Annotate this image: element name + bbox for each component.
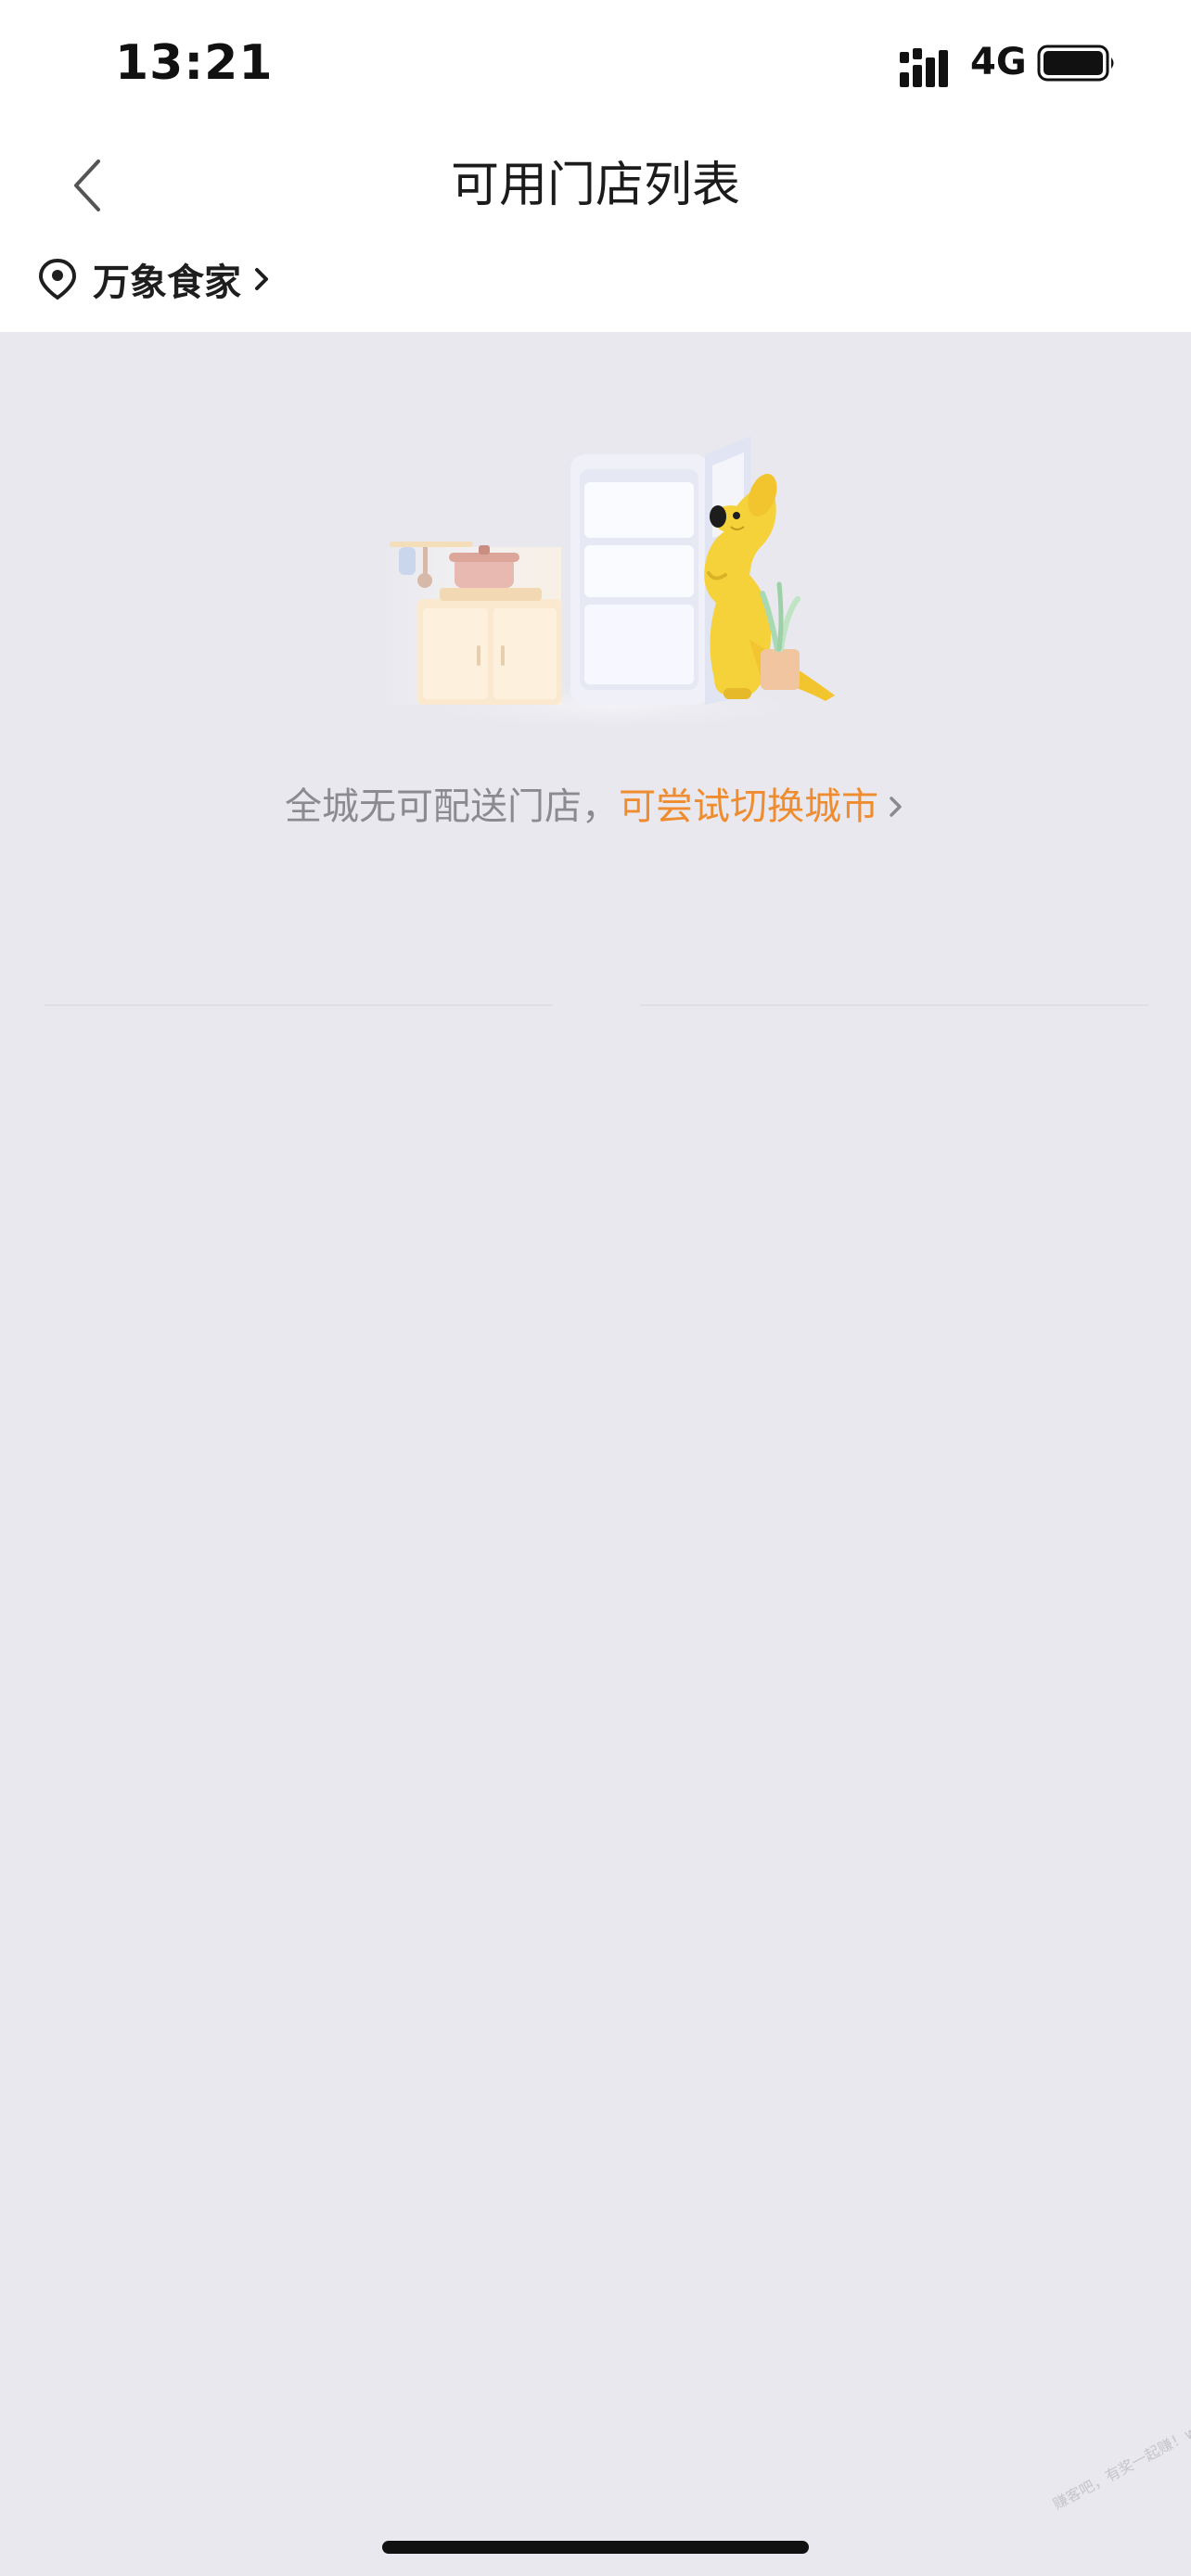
location-pin-icon [38, 258, 77, 300]
battery-icon [1037, 45, 1114, 82]
location-selector[interactable]: 万象食家 [37, 247, 273, 312]
empty-state-text: 全城无可配送门店， [285, 785, 619, 828]
home-indicator[interactable] [382, 2541, 809, 2554]
signal-icon [900, 48, 948, 87]
divider-left [45, 1004, 553, 1006]
status-time: 13:21 [115, 35, 274, 91]
header: 13:21 4G 可用门店列表 万象食家 [0, 0, 1191, 332]
chevron-right-icon[interactable] [886, 793, 906, 821]
network-type: 4G [970, 41, 1027, 83]
empty-state-message: 全城无可配送门店，可尝试切换城市 [0, 777, 1191, 836]
kangaroo-fridge-illustration [380, 436, 835, 733]
location-name: 万象食家 [93, 261, 241, 304]
page-title: 可用门店列表 [450, 158, 740, 213]
chevron-right-icon [255, 268, 268, 290]
switch-city-link[interactable]: 可尝试切换城市 [619, 785, 878, 828]
watermark: 赚客吧，有奖一起赚！www.zuanke8.com [1049, 2363, 1191, 2514]
divider-right [640, 1004, 1148, 1006]
